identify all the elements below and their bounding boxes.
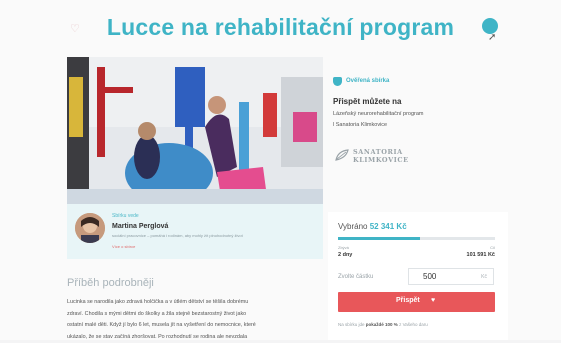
goal-label: Cíl [490, 245, 495, 250]
verified-label: Ověřená sbírka [346, 78, 389, 84]
partner-name-line1: SANATORIA [353, 148, 403, 156]
contribute-heading: Přispět můžete na [333, 97, 401, 106]
donation-panel: Vybráno 52 341 Kč Zbývá 2 dny Cíl 101 59… [328, 212, 508, 340]
amount-label: Zvolte částku [338, 274, 373, 280]
story-line: zdraví. Chodila s mými dětmi do školky a… [67, 309, 323, 321]
currency-label: Kč [481, 274, 487, 280]
collected-value: 52 341 Kč [370, 222, 407, 231]
story-line: ukázalo, že se stav začíná zhoršovat. Po… [67, 332, 323, 343]
story-heading: Příběh podrobněji [67, 277, 154, 289]
donation-note: Na sbírku jde pokaždé 100 % z Vašeho dar… [338, 322, 428, 327]
remaining-value: 2 dny [338, 252, 352, 258]
heart-icon: ♥ [431, 297, 435, 304]
story-line: ostatní malé děti. Když jí bylo 6 let, m… [67, 320, 323, 332]
collected-amount: Vybráno 52 341 Kč [338, 222, 407, 231]
leaf-icon [335, 149, 349, 161]
progress-bar [338, 237, 495, 240]
story-line: Lucinka se narodila jako zdravá holčička… [67, 297, 323, 309]
campaign-organizer: Sbírku vede Martina Perglová sociální pr… [67, 204, 323, 259]
page-title: Lucce na rehabilitační program [0, 14, 561, 41]
progress-fill [338, 237, 420, 240]
collected-label: Vybráno [338, 222, 368, 231]
contribute-provider: l Sanatoria Klimkovice [333, 122, 387, 128]
donate-button-label: Přispět [396, 297, 420, 304]
avatar [75, 213, 105, 243]
note-prefix: Na sbírku jde [338, 322, 365, 327]
campaign-photo [67, 57, 323, 204]
partner-name-line2: KLIMKOVICE [353, 156, 409, 164]
note-bold: pokaždé 100 % [366, 322, 398, 327]
remaining-label: Zbývá [338, 245, 349, 250]
note-suffix: z Vašeho daru [399, 322, 428, 327]
organizer-name: Martina Perglová [112, 223, 168, 230]
organizer-description: sociální pracovnice – pomáhá i rodinám, … [112, 233, 243, 238]
cursor-icon: ➚ [488, 33, 495, 42]
amount-input[interactable]: 500 Kč [408, 268, 494, 285]
contribute-program: Lázeňský neurorehabilitační program [333, 111, 424, 117]
amount-value[interactable]: 500 [423, 272, 436, 281]
organizer-role: Sbírku vede [112, 213, 139, 219]
partner-logo[interactable]: SANATORIA KLIMKOVICE [335, 145, 425, 167]
story-text: Lucinka se narodila jako zdravá holčička… [67, 297, 323, 343]
organizer-link[interactable]: Více o sbírce [112, 244, 135, 249]
page: ♡ Lucce na rehabilitační program ➚ [0, 0, 561, 340]
goal-value: 101 591 Kč [467, 252, 495, 258]
donate-button[interactable]: Přispět ♥ [338, 292, 495, 312]
shield-icon [333, 77, 342, 86]
